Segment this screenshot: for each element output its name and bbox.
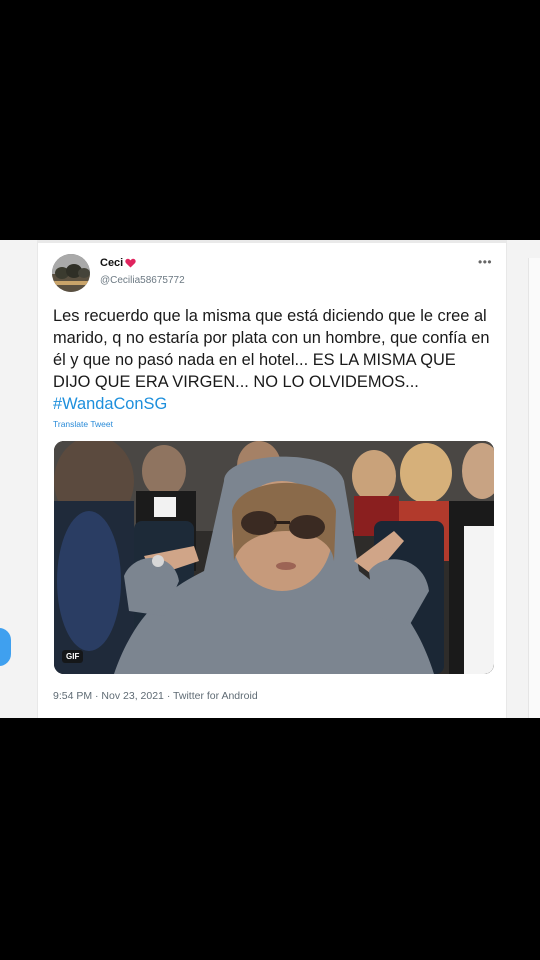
- tweet-media-gif[interactable]: GIF: [54, 441, 494, 674]
- black-frame-top: [0, 0, 540, 240]
- compose-button-partial[interactable]: [0, 628, 11, 666]
- more-options-icon[interactable]: •••: [478, 255, 492, 269]
- gif-frame-illustration: [54, 441, 494, 674]
- avatar[interactable]: [52, 254, 90, 292]
- heart-icon: [125, 258, 136, 268]
- hashtag-link[interactable]: #WandaConSG: [53, 395, 167, 413]
- black-frame-bottom: [0, 718, 540, 960]
- tweet[interactable]: Ceci @Cecilia58675772 ••• Les recuerdo q…: [37, 240, 507, 718]
- adjacent-panel-edge: [528, 258, 540, 718]
- tweet-card-area: Ceci @Cecilia58675772 ••• Les recuerdo q…: [0, 240, 540, 718]
- translate-tweet-link[interactable]: Translate Tweet: [53, 419, 113, 429]
- tweet-body: Les recuerdo que la misma que está dicie…: [53, 307, 490, 391]
- tweet-text: Les recuerdo que la misma que está dicie…: [53, 305, 493, 415]
- gif-badge: GIF: [62, 650, 84, 663]
- tweet-timestamp[interactable]: 9:54 PM · Nov 23, 2021 · Twitter for And…: [53, 690, 258, 702]
- author-handle[interactable]: @Cecilia58675772: [100, 275, 185, 286]
- author-row[interactable]: Ceci: [100, 257, 136, 269]
- author-name[interactable]: Ceci: [100, 257, 123, 269]
